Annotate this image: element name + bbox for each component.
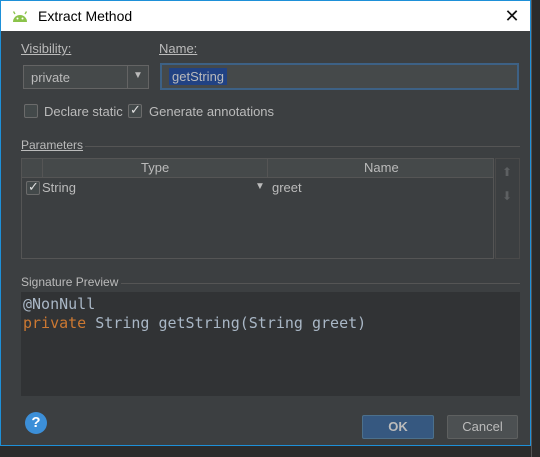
signature-text: String getString(String greet): [86, 314, 367, 332]
chevron-down-icon: ▼: [133, 70, 143, 81]
generate-annotations-label: Generate annotations: [149, 104, 275, 119]
ide-right-divider: [531, 0, 532, 457]
parameters-title: Parameters: [21, 138, 84, 152]
visibility-value: private: [31, 70, 71, 85]
chevron-down-icon[interactable]: ▼: [255, 181, 265, 192]
generate-annotations-checkbox[interactable]: [128, 102, 142, 118]
declare-static-label: Declare static: [44, 104, 123, 119]
column-separator: [42, 159, 43, 177]
parameter-move-controls: ⬆ ⬇: [495, 158, 520, 259]
title-bar: Extract Method ✕: [1, 1, 530, 31]
method-name-value: getString: [169, 68, 228, 85]
column-header-name[interactable]: Name: [364, 160, 399, 175]
signature-preview: @NonNull private String getString(String…: [21, 292, 520, 396]
close-button[interactable]: ✕: [500, 4, 524, 28]
method-name-input[interactable]: getString: [160, 63, 519, 90]
signature-divider: [121, 283, 520, 284]
column-separator: [267, 159, 268, 177]
parameter-name[interactable]: greet: [272, 180, 302, 195]
declare-static-checkbox[interactable]: [24, 104, 38, 118]
visibility-label: Visibility:: [21, 41, 72, 56]
parameters-divider: [85, 146, 520, 147]
table-row[interactable]: String ▼ greet: [22, 178, 493, 198]
annotation-text: @NonNull: [23, 295, 96, 313]
window-title: Extract Method: [38, 8, 133, 24]
signature-code-line: private String getString(String greet): [23, 314, 366, 332]
ok-button[interactable]: OK: [362, 415, 434, 439]
close-icon: ✕: [504, 6, 520, 26]
parameter-checkbox[interactable]: [26, 179, 40, 195]
help-icon: ?: [31, 414, 41, 431]
keyword-text: private: [23, 314, 87, 332]
visibility-select[interactable]: private ▼: [23, 65, 149, 89]
move-down-icon[interactable]: ⬇: [502, 189, 512, 203]
parameters-table: Type Name String ▼ greet: [21, 158, 494, 259]
table-header: Type Name: [22, 159, 493, 178]
column-header-type[interactable]: Type: [141, 160, 169, 175]
signature-annotation-line: @NonNull: [23, 295, 95, 313]
name-label: Name:: [159, 41, 198, 56]
cancel-button[interactable]: Cancel: [447, 415, 518, 439]
move-up-icon[interactable]: ⬆: [502, 165, 512, 179]
android-icon: [12, 11, 28, 22]
help-button[interactable]: ?: [25, 412, 47, 434]
extract-method-dialog: Extract Method ✕ Visibility: Name: priva…: [0, 0, 531, 446]
parameter-type[interactable]: String: [42, 180, 76, 195]
visibility-dropdown-button[interactable]: ▼: [127, 66, 148, 88]
signature-preview-title: Signature Preview: [21, 275, 119, 289]
